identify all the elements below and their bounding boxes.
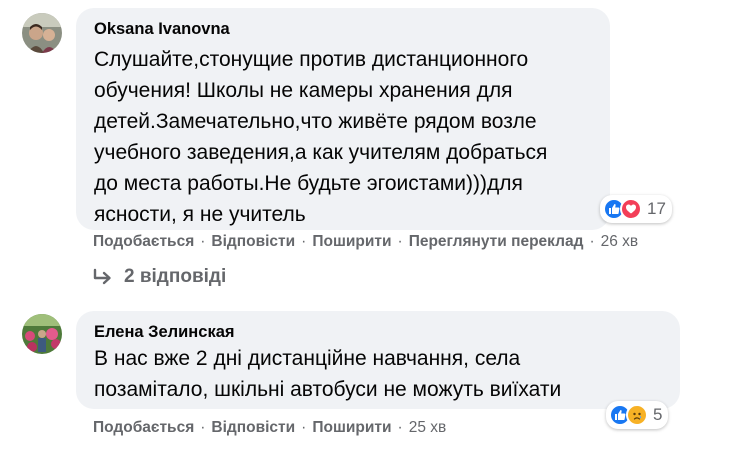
reaction-summary[interactable]: 5 bbox=[606, 401, 669, 429]
sad-icon bbox=[626, 404, 648, 426]
comment-line: учебного заведения,а как учителям добрат… bbox=[94, 141, 548, 164]
reply-action[interactable]: Відповісти bbox=[211, 419, 295, 437]
comment-timestamp[interactable]: 25 хв bbox=[409, 419, 447, 437]
separator: · bbox=[200, 419, 206, 436]
share-action[interactable]: Поширити bbox=[312, 419, 391, 437]
view-replies-button[interactable]: 2 відповіді bbox=[92, 266, 226, 288]
share-action[interactable]: Поширити bbox=[312, 233, 391, 251]
comment-line: ясности, я не учитель bbox=[94, 203, 306, 226]
comment-text: Слушайте,стонущие против дистанционного … bbox=[94, 44, 547, 230]
comment-line: до места работы.Не будьте эгоистами)))дл… bbox=[94, 172, 523, 195]
comment-line: В нас вже 2 дні дистанційне навчання, се… bbox=[94, 347, 521, 370]
separator: · bbox=[301, 233, 307, 250]
reaction-count: 5 bbox=[653, 405, 663, 424]
comment-actions: Подобається · Відповісти · Поширити · Пе… bbox=[93, 233, 638, 251]
like-action[interactable]: Подобається bbox=[93, 419, 194, 437]
translate-action[interactable]: Переглянути переклад bbox=[409, 233, 584, 251]
separator: · bbox=[397, 419, 403, 436]
replies-count-label: 2 відповіді bbox=[124, 266, 227, 287]
avatar[interactable] bbox=[22, 314, 62, 354]
comment-timestamp[interactable]: 26 хв bbox=[601, 233, 639, 251]
separator: · bbox=[200, 233, 206, 250]
like-action[interactable]: Подобається bbox=[93, 233, 194, 251]
comment-line: обучения! Школы не камеры хранения для bbox=[94, 79, 513, 102]
reply-arrow-icon bbox=[93, 268, 111, 285]
separator: · bbox=[397, 233, 403, 250]
comment-line: позамітало, шкільні автобуси не можуть в… bbox=[94, 378, 562, 401]
comment-text: В нас вже 2 дні дистанційне навчання, се… bbox=[94, 343, 561, 405]
separator: · bbox=[589, 233, 595, 250]
reply-action[interactable]: Відповісти bbox=[211, 233, 295, 251]
comment-bubble: Oksana Ivanovna Слушайте,стонущие против… bbox=[76, 8, 610, 230]
comment-author[interactable]: Oksana Ivanovna bbox=[94, 20, 230, 39]
avatar[interactable] bbox=[22, 13, 62, 53]
comment-actions: Подобається · Відповісти · Поширити · 25… bbox=[93, 419, 446, 437]
reaction-summary[interactable]: 17 bbox=[600, 195, 672, 223]
love-icon bbox=[620, 198, 642, 220]
comment-line: Слушайте,стонущие против дистанционного bbox=[94, 48, 529, 71]
reaction-count: 17 bbox=[647, 199, 666, 218]
separator: · bbox=[301, 419, 307, 436]
comment-author[interactable]: Елена Зелинская bbox=[94, 323, 235, 342]
comment-bubble: Елена Зелинская В нас вже 2 дні дистанці… bbox=[76, 311, 680, 409]
comment-line: детей.Замечательно,что живёте рядом возл… bbox=[94, 110, 537, 133]
